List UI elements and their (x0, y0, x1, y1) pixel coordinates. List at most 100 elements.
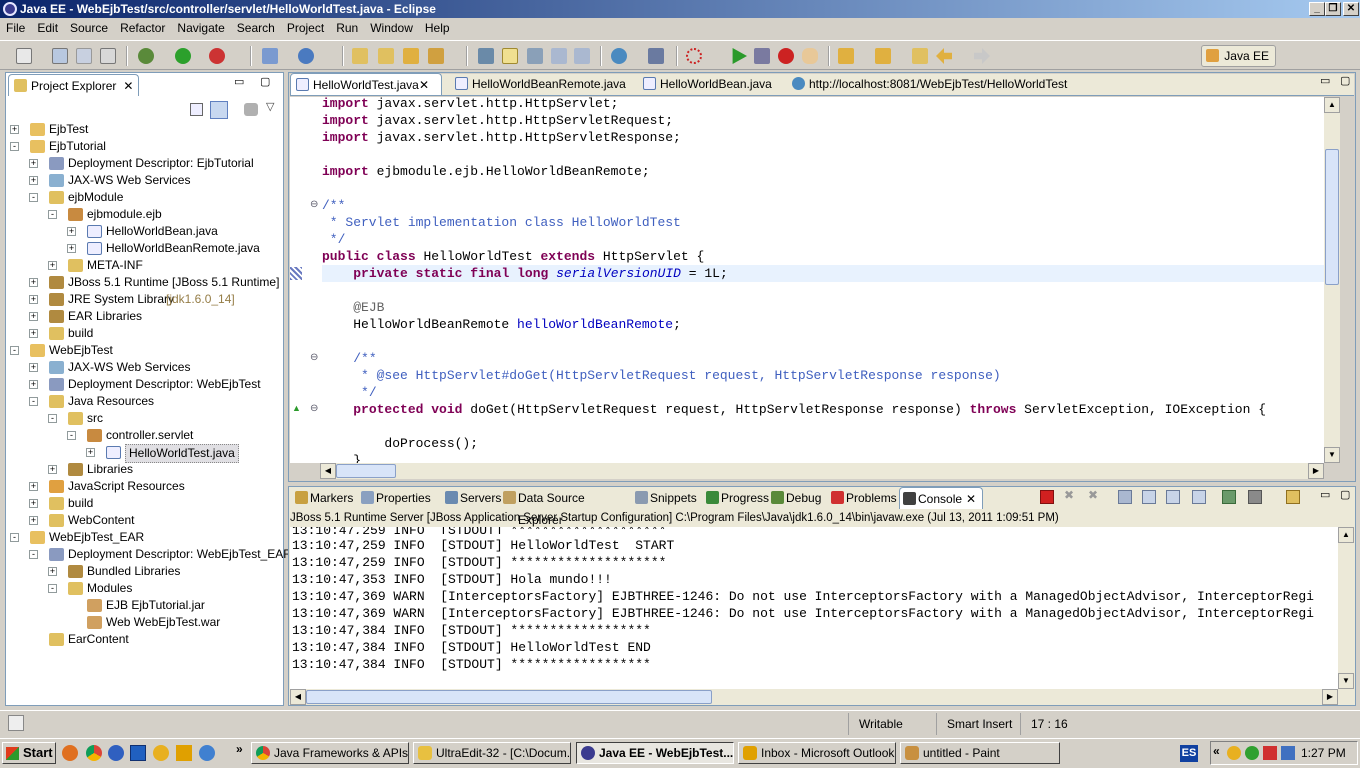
tree-item-hello-world-bean[interactable]: + HelloWorldBean.java (8, 223, 278, 240)
tab-problems[interactable]: Problems (828, 487, 897, 509)
tray-clock-icon[interactable] (1227, 746, 1241, 760)
tree-item-package-ejbmodule-ejb[interactable]: - ejbmodule.ejb (8, 206, 278, 223)
new-server-icon[interactable] (262, 48, 278, 64)
perspective-switcher[interactable]: Java EE (1201, 45, 1276, 67)
close-button[interactable]: ✕ (1343, 2, 1359, 16)
hand-icon[interactable] (802, 48, 818, 64)
next-annotation-icon[interactable] (838, 48, 854, 64)
maximize-button[interactable]: ❐ (1325, 2, 1341, 16)
tab-properties[interactable]: Properties (358, 487, 438, 509)
expand-icon[interactable]: + (10, 125, 19, 134)
scroll-down-arrow[interactable]: ▼ (1324, 447, 1340, 463)
print-icon[interactable] (100, 48, 116, 64)
language-indicator[interactable]: ES (1180, 745, 1198, 762)
tab-hello-world-bean-java[interactable]: HelloWorldBean.java (638, 73, 778, 95)
taskbar-button-paint[interactable]: untitled - Paint (900, 742, 1060, 764)
run-icon[interactable] (175, 48, 191, 64)
menu-navigate[interactable]: Navigate (171, 18, 230, 38)
pin-console-icon[interactable] (1166, 490, 1180, 504)
scroll-thumb[interactable] (306, 690, 712, 704)
paragraph-icon[interactable] (574, 48, 590, 64)
tray-network-icon[interactable] (1281, 746, 1295, 760)
collapse-all-icon[interactable] (190, 103, 203, 116)
expand-icon[interactable]: + (29, 312, 38, 321)
tab-markers[interactable]: Markers (292, 487, 356, 509)
clock[interactable]: 1:27 PM (1301, 742, 1346, 764)
tab-debug[interactable]: Debug (768, 487, 824, 509)
tree-item-meta-inf[interactable]: + META-INF (8, 257, 278, 274)
expand-icon[interactable]: + (29, 380, 38, 389)
tree-item-ejbmodule[interactable]: - ejbModule (8, 189, 278, 206)
tree-item-build-webejbtest[interactable]: + build (8, 495, 278, 512)
expand-icon[interactable]: + (29, 278, 38, 287)
tree-item-webejbtest[interactable]: - WebEjbTest (8, 342, 278, 359)
chrome-icon[interactable] (86, 745, 102, 761)
tree-item-build-ejbtutorial[interactable]: + build (8, 325, 278, 342)
tree-item-ejbtutorial[interactable]: - EjbTutorial (8, 138, 278, 155)
expand-icon[interactable]: + (29, 159, 38, 168)
highlight-icon[interactable] (502, 48, 518, 64)
expand-icon[interactable]: + (48, 567, 57, 576)
scroll-up-arrow[interactable]: ▲ (1324, 97, 1340, 113)
menu-window[interactable]: Window (364, 18, 419, 38)
maximize-view-icon[interactable]: ▢ (260, 75, 270, 88)
fold-icon[interactable]: ⊖ (310, 352, 318, 363)
close-icon[interactable]: ✕ (123, 75, 133, 97)
open-folder-icon[interactable] (378, 48, 394, 64)
stop-icon[interactable] (778, 48, 794, 64)
expand-icon[interactable]: + (29, 329, 38, 338)
last-edit-icon[interactable] (912, 48, 928, 64)
menu-source[interactable]: Source (64, 18, 114, 38)
menu-help[interactable]: Help (419, 18, 456, 38)
menu-project[interactable]: Project (281, 18, 330, 38)
taskbar-button-ultraedit[interactable]: UltraEdit-32 - [C:\Docum... (413, 742, 571, 764)
previous-annotation-icon[interactable] (875, 48, 891, 64)
new-console-icon[interactable] (1286, 490, 1300, 504)
remove-all-terminated-icon[interactable]: ✖ (1088, 488, 1098, 502)
tree-item-hello-world-bean-remote[interactable]: + HelloWorldBeanRemote.java (8, 240, 278, 257)
collapse-icon[interactable]: - (10, 142, 19, 151)
tab-hello-world-bean-remote-java[interactable]: HelloWorldBeanRemote.java (450, 73, 632, 95)
tree-item-earcontent[interactable]: EarContent (8, 631, 278, 648)
back-icon[interactable] (936, 48, 952, 64)
save-icon[interactable] (52, 48, 68, 64)
minimize-button[interactable]: _ (1309, 2, 1325, 16)
collapse-icon[interactable]: - (48, 210, 57, 219)
menu-run[interactable]: Run (330, 18, 364, 38)
start-button[interactable]: Start (2, 742, 56, 764)
tree-item-ear-libraries[interactable]: + EAR Libraries (8, 308, 278, 325)
save-all-icon[interactable] (76, 48, 92, 64)
tree-item-bundled-libraries[interactable]: + Bundled Libraries (8, 563, 278, 580)
collapse-icon[interactable]: - (29, 550, 38, 559)
tree-item-src[interactable]: - src (8, 410, 278, 427)
console-vertical-scrollbar[interactable]: ▲ ▼ (1338, 527, 1354, 689)
close-icon[interactable]: ✕ (966, 488, 976, 510)
scroll-left-arrow[interactable]: ◀ (320, 463, 336, 479)
minimize-view-icon[interactable]: ▭ (1320, 74, 1330, 87)
expand-icon[interactable]: + (29, 499, 38, 508)
scroll-lock-icon[interactable] (1118, 490, 1132, 504)
tray-adobe-icon[interactable] (1263, 746, 1277, 760)
minimize-view-icon[interactable]: ▭ (234, 75, 244, 88)
new-web-service-icon[interactable] (298, 48, 314, 64)
open-task-icon[interactable] (403, 48, 419, 64)
fold-icon[interactable]: ⊖ (310, 199, 318, 210)
menu-refactor[interactable]: Refactor (114, 18, 171, 38)
more-launchers-icon[interactable]: » (236, 742, 243, 756)
scroll-right-arrow[interactable]: ▶ (1322, 689, 1338, 705)
scroll-down-arrow[interactable]: ▼ (1338, 673, 1354, 689)
tree-item-ejb-jar-module[interactable]: EJB EjbTutorial.jar (8, 597, 278, 614)
debug-icon[interactable] (138, 48, 154, 64)
maximize-view-icon[interactable]: ▢ (1340, 74, 1350, 87)
show-whitespace-icon[interactable] (527, 48, 543, 64)
menu-search[interactable]: Search (231, 18, 281, 38)
scroll-thumb[interactable] (1325, 149, 1339, 285)
expand-icon[interactable]: + (48, 261, 57, 270)
eclipse-launcher-icon[interactable] (108, 745, 124, 761)
console-display-icon[interactable] (1248, 490, 1262, 504)
tab-data-source-explorer[interactable]: Data Source Explorer (500, 487, 628, 527)
tree-item-deployment-descriptor-ear[interactable]: - Deployment Descriptor: WebEjbTest_EAR (8, 546, 292, 563)
scroll-thumb[interactable] (336, 464, 396, 478)
tree-item-jaxws-services-ejbtutorial[interactable]: + JAX-WS Web Services (8, 172, 278, 189)
scroll-left-arrow[interactable]: ◀ (290, 689, 306, 705)
